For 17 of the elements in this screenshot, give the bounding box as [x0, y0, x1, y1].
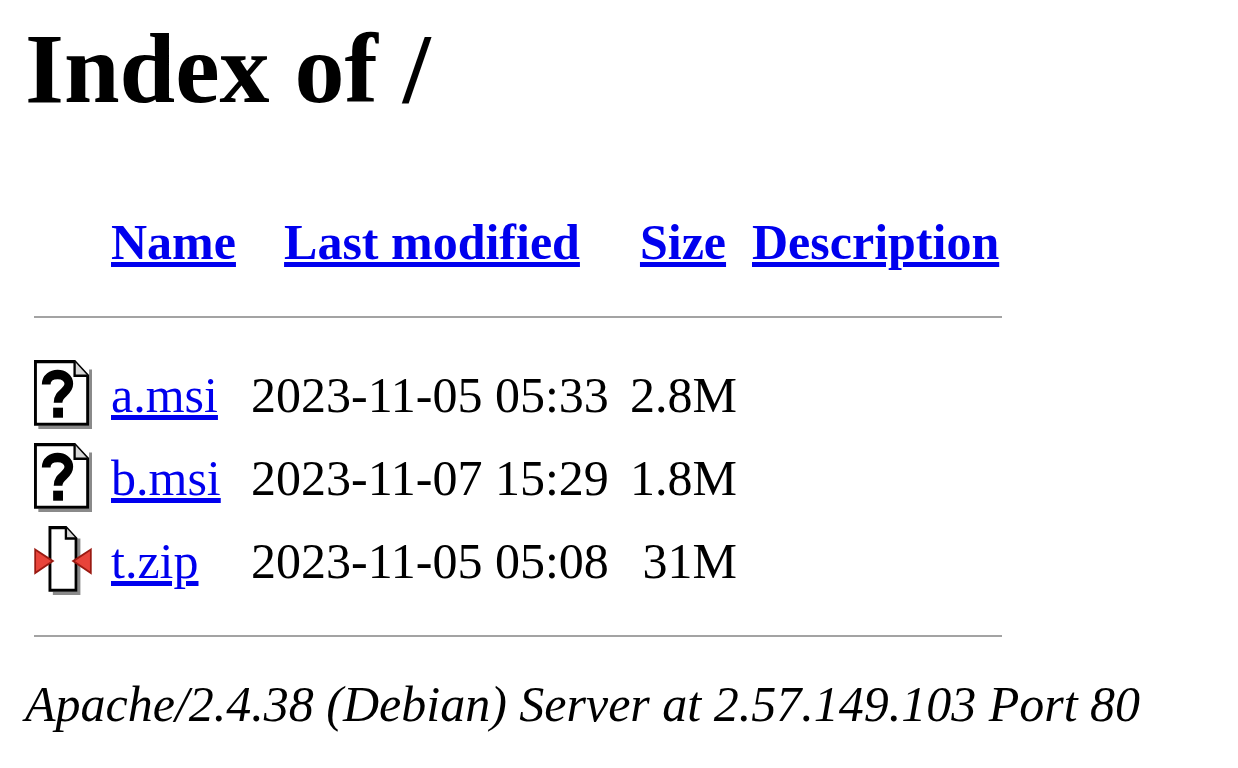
column-header-link[interactable]: Last modified	[284, 213, 580, 270]
question-document-icon	[34, 443, 92, 512]
file-link[interactable]: t.zip	[111, 532, 199, 589]
column-header-link[interactable]: Name	[111, 213, 236, 270]
file-link[interactable]: a.msi	[111, 366, 218, 423]
page-heading: Index of /	[24, 19, 433, 119]
question-document-icon	[34, 360, 92, 429]
last-modified-text: 2023-11-07 15:29	[251, 449, 609, 506]
file-link[interactable]: b.msi	[111, 449, 221, 506]
file-size-text: 1.8M	[630, 449, 737, 506]
last-modified-text: 2023-11-05 05:33	[251, 366, 609, 423]
column-header-link[interactable]: Description	[752, 213, 1000, 270]
compress-file-icon	[34, 526, 92, 595]
file-size-text: 2.8M	[630, 366, 737, 423]
column-header-link[interactable]: Size	[639, 213, 727, 270]
last-modified-text: 2023-11-05 05:08	[251, 532, 609, 589]
file-size-text: 31M	[642, 532, 737, 589]
